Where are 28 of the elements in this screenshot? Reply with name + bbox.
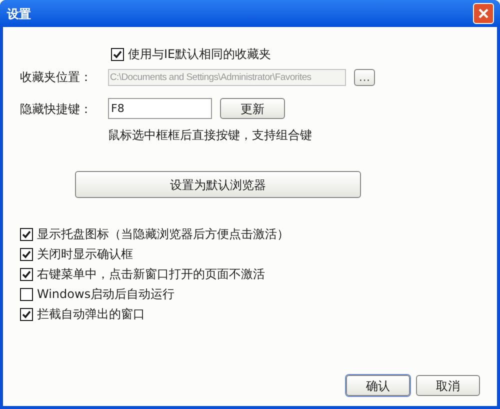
checkmark-icon: [22, 230, 31, 238]
checkbox-label: Windows启动后自动运行: [37, 286, 175, 303]
checkbox[interactable]: [20, 308, 33, 320]
checkbox[interactable]: [20, 268, 33, 280]
checkbox[interactable]: [111, 48, 124, 60]
default-browser-button[interactable]: 设置为默认浏览器: [75, 171, 361, 198]
checkbox-label: 显示托盘图标（当隐藏浏览器后方便点击激活）: [37, 226, 289, 243]
window-title: 设置: [7, 6, 31, 22]
field-label: 隐藏快捷键：: [20, 100, 93, 118]
dialog-button[interactable]: 取消: [416, 375, 480, 396]
checkbox-label: 使用与IE默认相同的收藏夹: [128, 46, 272, 63]
hotkey-field[interactable]: F8: [108, 98, 212, 119]
dialog-button[interactable]: 确认: [346, 375, 410, 396]
checkmark-icon: [113, 50, 122, 58]
checkmark-icon: [22, 250, 31, 258]
update-button[interactable]: 更新: [220, 98, 285, 119]
checkbox[interactable]: [20, 228, 33, 240]
checkbox-label: 关闭时显示确认框: [37, 246, 133, 263]
checkbox-label: 拦截自动弹出的窗口: [37, 306, 145, 323]
checkbox[interactable]: [20, 248, 33, 260]
hint-text: 鼠标选中框框后直接按键，支持组合键: [108, 127, 313, 144]
checkmark-icon: [22, 270, 31, 278]
checkbox-label: 右键菜单中，点击新窗口打开的页面不激活: [37, 266, 265, 283]
checkbox[interactable]: [20, 288, 33, 300]
close-button[interactable]: [473, 3, 494, 24]
field-label: 收藏夹位置：: [20, 69, 93, 86]
checkmark-icon: [22, 310, 31, 318]
close-icon: [478, 8, 489, 19]
